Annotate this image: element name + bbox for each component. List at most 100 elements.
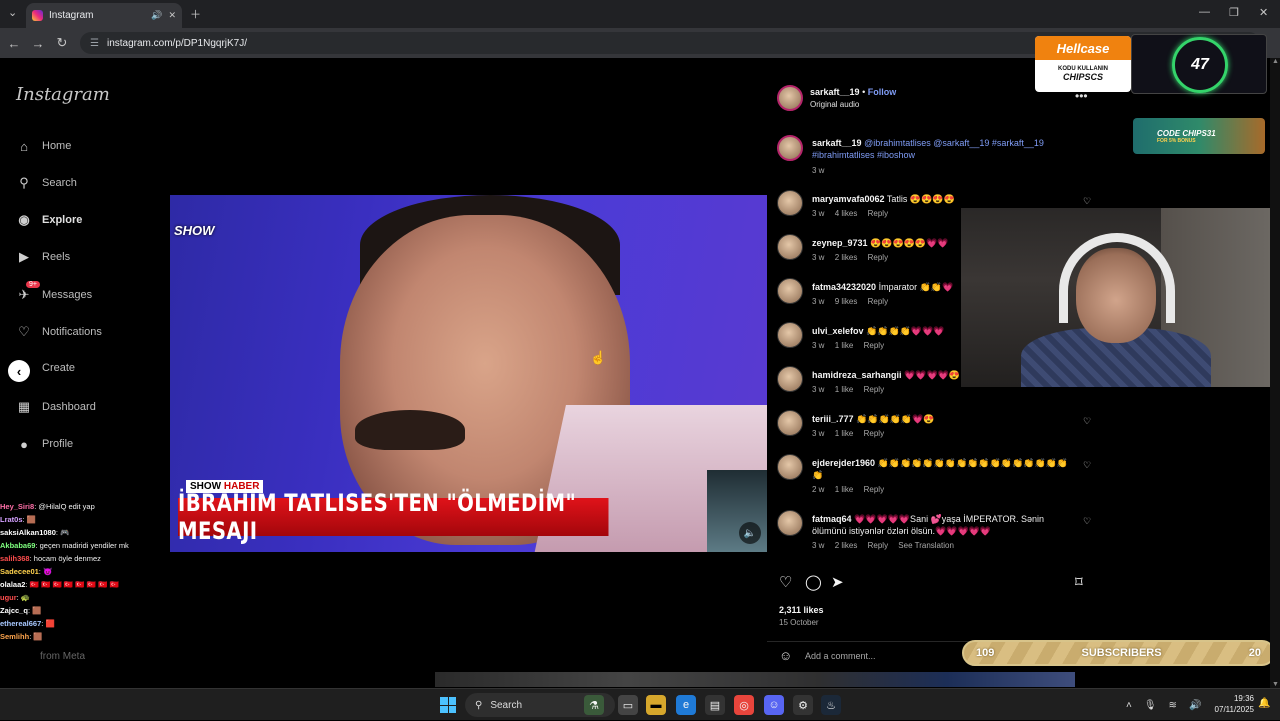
- taskbar-clock[interactable]: 19:36 07/11/2025: [1206, 693, 1254, 715]
- avatar[interactable]: [777, 366, 803, 392]
- reply-button[interactable]: Reply: [864, 341, 884, 350]
- close-window-icon[interactable]: ✕: [1259, 6, 1268, 19]
- restore-icon[interactable]: ❐: [1229, 6, 1239, 19]
- avatar[interactable]: [777, 322, 803, 348]
- share-icon[interactable]: ➤: [831, 573, 844, 591]
- windows-start-icon[interactable]: [440, 697, 456, 713]
- edge-icon[interactable]: e: [676, 695, 696, 715]
- comment-like-heart-icon[interactable]: ♡: [1083, 416, 1091, 427]
- chat-username[interactable]: saksiAlkan1080: [0, 528, 56, 537]
- sidebar-item-create[interactable]: Create: [42, 362, 75, 374]
- page-scrollbar[interactable]: ▲ ▼: [1270, 58, 1280, 688]
- reply-button[interactable]: Reply: [864, 485, 884, 494]
- steam-icon[interactable]: ♨: [821, 695, 841, 715]
- task-view-icon[interactable]: ▭: [618, 695, 638, 715]
- avatar[interactable]: [777, 234, 803, 260]
- volume-icon[interactable]: 🔊: [1189, 700, 1201, 711]
- sidebar-item-dashboard[interactable]: ▦ Dashboard: [16, 399, 96, 415]
- comment-username[interactable]: fatma34232020: [812, 282, 876, 292]
- chat-username[interactable]: Sadecee01: [0, 567, 39, 576]
- reload-icon[interactable]: ↻: [50, 35, 74, 51]
- chat-username[interactable]: Zajcc_q: [0, 606, 28, 615]
- new-tab-icon[interactable]: ＋: [190, 6, 201, 22]
- avatar[interactable]: [777, 278, 803, 304]
- audio-label[interactable]: Original audio: [810, 100, 859, 109]
- comment-username[interactable]: maryamvafa0062: [812, 194, 885, 204]
- comment-likes[interactable]: 4 likes: [835, 209, 858, 218]
- back-icon[interactable]: ←: [2, 36, 26, 51]
- caption-username[interactable]: sarkaft__19: [812, 138, 862, 148]
- chat-username[interactable]: salih368: [0, 554, 30, 563]
- file-explorer-icon[interactable]: ▬: [646, 695, 666, 715]
- comment-username[interactable]: fatmaq64: [812, 514, 852, 524]
- reply-button[interactable]: Reply: [864, 429, 884, 438]
- chat-username[interactable]: olalaa2: [0, 580, 25, 589]
- chat-username[interactable]: Lrat0s: [0, 515, 23, 524]
- sidebar-item-messages[interactable]: ✈ 9+ Messages: [16, 281, 92, 303]
- author-username[interactable]: sarkaft__19: [810, 87, 860, 97]
- comment-likes[interactable]: 1 like: [835, 429, 854, 438]
- reply-button[interactable]: Reply: [868, 209, 888, 218]
- avatar[interactable]: [777, 190, 803, 216]
- avatar[interactable]: [777, 85, 803, 111]
- comment-icon[interactable]: ◯: [805, 573, 822, 591]
- avatar[interactable]: [777, 454, 803, 480]
- chat-username[interactable]: Hey_Siri8: [0, 502, 34, 511]
- comment-username[interactable]: zeynep_9731: [812, 238, 868, 248]
- reply-button[interactable]: Reply: [868, 541, 888, 550]
- comment-like-heart-icon[interactable]: ♡: [1083, 196, 1091, 207]
- chat-username[interactable]: Akbaba69: [0, 541, 35, 550]
- site-info-icon[interactable]: ☰: [90, 38, 99, 49]
- sidebar-item-notifications[interactable]: ♡ Notifications: [16, 324, 102, 340]
- tray-chevron-icon[interactable]: ˄: [1126, 700, 1132, 711]
- back-arrow-icon[interactable]: ‹: [8, 360, 30, 382]
- forward-icon[interactable]: →: [26, 36, 50, 51]
- scroll-up-icon[interactable]: ▲: [1272, 58, 1279, 65]
- comment-username[interactable]: ulvi_xelefov: [812, 326, 864, 336]
- chrome-icon[interactable]: ◎: [734, 695, 754, 715]
- see-translation-link[interactable]: See Translation: [898, 541, 954, 550]
- comment-username[interactable]: ejderejder1960: [812, 458, 875, 468]
- mute-toggle-icon[interactable]: 🔈: [739, 522, 761, 544]
- wifi-icon[interactable]: ≋: [1169, 700, 1177, 711]
- avatar[interactable]: [777, 410, 803, 436]
- comment-likes[interactable]: 2 likes: [835, 253, 858, 262]
- sidebar-item-reels[interactable]: ▶ Reels: [16, 249, 70, 265]
- reply-button[interactable]: Reply: [864, 385, 884, 394]
- tab-list-icon[interactable]: ⌄: [8, 6, 17, 19]
- follow-button[interactable]: Follow: [868, 87, 897, 97]
- emoji-icon[interactable]: ☺: [779, 648, 792, 663]
- comment-username[interactable]: hamidreza_sarhangii: [812, 370, 902, 380]
- comment-username[interactable]: teriii_.777: [812, 414, 854, 424]
- comment-likes[interactable]: 1 like: [835, 485, 854, 494]
- reel-video[interactable]: SHOW SHOW HABER İBRAHİM TATLISES'TEN "ÖL…: [170, 195, 767, 552]
- microphone-icon[interactable]: 🎙: [1144, 700, 1157, 711]
- comment-likes[interactable]: 2 likes: [835, 541, 858, 550]
- bookmark-icon[interactable]: ⌑: [1075, 573, 1083, 591]
- comment-likes[interactable]: 1 like: [835, 385, 854, 394]
- sidebar-item-search[interactable]: ⚲ Search: [16, 175, 77, 191]
- chat-username[interactable]: ethereal667: [0, 619, 41, 628]
- close-tab-icon[interactable]: ✕: [168, 10, 176, 21]
- comment-likes[interactable]: 1 like: [835, 341, 854, 350]
- avatar[interactable]: [777, 135, 803, 161]
- browser-tab[interactable]: Instagram 🔊 ✕: [26, 3, 182, 28]
- add-comment-input[interactable]: Add a comment...: [805, 651, 876, 661]
- reply-button[interactable]: Reply: [868, 297, 888, 306]
- notification-bell-icon[interactable]: 🔔: [1258, 698, 1270, 709]
- chat-username[interactable]: Semlihh: [0, 632, 29, 641]
- store-icon[interactable]: ▤: [705, 695, 725, 715]
- like-heart-icon[interactable]: ♡: [779, 573, 792, 591]
- avatar[interactable]: [777, 510, 803, 536]
- sidebar-item-home[interactable]: ⌂ Home: [16, 138, 71, 154]
- discord-icon[interactable]: ☺: [764, 695, 784, 715]
- comment-like-heart-icon[interactable]: ♡: [1083, 516, 1091, 527]
- minimize-icon[interactable]: —: [1199, 6, 1210, 18]
- settings-gear-icon[interactable]: ⚙: [793, 695, 813, 715]
- scroll-down-icon[interactable]: ▼: [1272, 681, 1279, 688]
- speaker-icon[interactable]: 🔊: [151, 10, 162, 21]
- instagram-logo[interactable]: Instagram: [16, 84, 110, 105]
- comment-like-heart-icon[interactable]: ♡: [1083, 460, 1091, 471]
- likes-count[interactable]: 2,311 likes: [779, 605, 824, 615]
- sidebar-item-explore[interactable]: ◉ Explore: [16, 212, 82, 228]
